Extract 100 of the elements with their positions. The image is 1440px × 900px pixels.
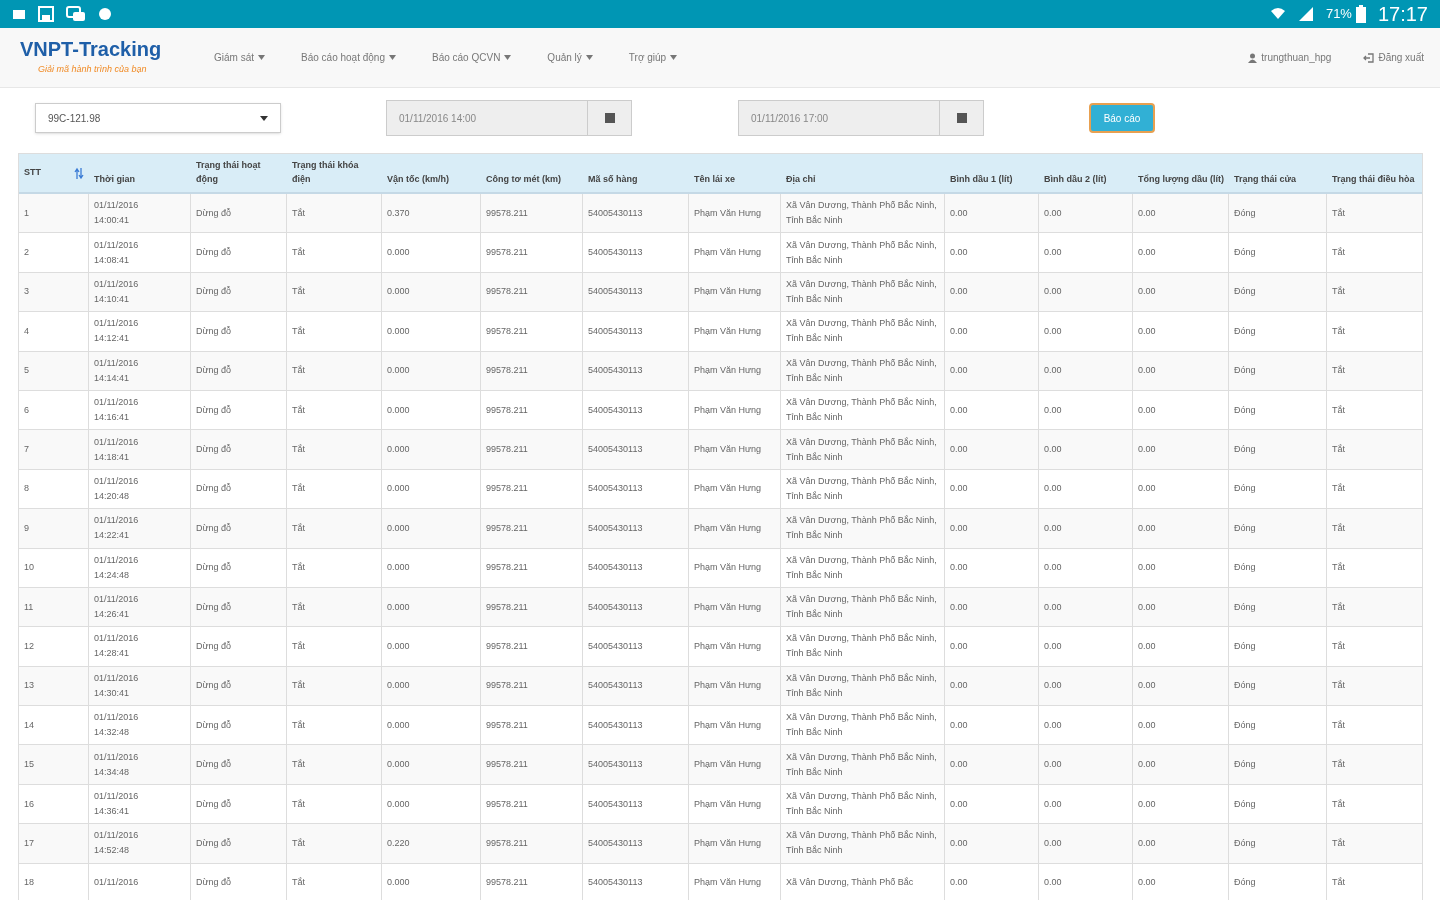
table-cell-text: 0.00 xyxy=(1138,640,1156,653)
table-cell-text: 0.00 xyxy=(1044,797,1062,811)
table-cell-text: 0.00 xyxy=(1044,246,1062,260)
column-header[interactable]: STT xyxy=(24,166,41,180)
table-cell-text: Phạm Văn Hưng xyxy=(694,876,762,890)
table-cell-text: Tắt xyxy=(292,206,305,220)
table-cell-text: 54005430113 xyxy=(588,482,643,496)
logo-text[interactable]: VNPT-Tracking xyxy=(20,38,196,59)
table-cell-text: 01/11/2016 14:22:41 xyxy=(94,514,140,543)
table-cell-text: Tắt xyxy=(1332,206,1345,220)
circle-icon xyxy=(98,7,112,21)
table-cell-text: Tắt xyxy=(1332,797,1345,811)
column-header[interactable]: Công tơ mét (km) xyxy=(486,172,561,186)
table-cell-text: Đóng xyxy=(1234,876,1256,890)
table-cell-text: 0.00 xyxy=(1044,403,1062,417)
table-cell-text: 0.00 xyxy=(1138,600,1156,614)
table-cell-text: 0.000 xyxy=(387,324,410,338)
column-header[interactable]: Trạng thái cửa xyxy=(1234,172,1297,186)
table-cell-text: Dừng đỗ xyxy=(196,364,232,378)
column-header[interactable]: Tổng lượng dầu (lít) xyxy=(1138,172,1224,186)
table-cell-text: Xã Vân Dương, Thành Phố Bắc Ninh, Tỉnh Bắc Ninh xyxy=(786,593,938,622)
table-cell-text: Đóng xyxy=(1234,640,1256,653)
table-cell-text: Tắt xyxy=(1332,718,1345,732)
image-icon xyxy=(12,7,26,21)
table-cell-text: Tắt xyxy=(292,797,305,811)
user-menu[interactable]: trungthuan_hpg xyxy=(1248,50,1332,65)
table-cell-text: Tắt xyxy=(1332,403,1345,417)
table-cell-text: Tắt xyxy=(292,758,305,772)
column-header[interactable]: Mã số hàng xyxy=(588,172,638,186)
table-cell-text: 0.00 xyxy=(1044,836,1062,850)
table-cell-text: 0.00 xyxy=(950,797,968,811)
logo-tagline: Giải mã hành trình của bạn xyxy=(37,62,148,76)
table-cell-text: 0.000 xyxy=(387,364,410,378)
column-header[interactable]: Thời gian xyxy=(94,172,135,186)
nav-menu-item[interactable]: Quản lý xyxy=(529,50,611,65)
clock: 17:17 xyxy=(1377,2,1428,27)
table-cell-text: 99578.211 xyxy=(486,836,528,850)
table-cell-text: Tắt xyxy=(292,600,305,614)
table-cell-text: 0.000 xyxy=(387,758,410,772)
table-cell-text: 54005430113 xyxy=(588,600,643,614)
table-cell-text: 0.00 xyxy=(1138,758,1156,772)
table-cell-text: 54005430113 xyxy=(588,679,643,693)
column-header[interactable]: Bình dầu 2 (lít) xyxy=(1044,172,1107,186)
table-cell-text: Tắt xyxy=(1332,640,1345,653)
table-cell-text: Phạm Văn Hưng xyxy=(694,403,762,417)
table-cell-text: 0.000 xyxy=(387,482,410,496)
vehicle-select[interactable]: 99C-121.98 xyxy=(35,103,281,133)
nav-menu-item[interactable]: Trợ giúp xyxy=(610,50,696,65)
table-cell-text: 0.00 xyxy=(950,758,968,772)
table-cell-text: 16 xyxy=(24,797,34,811)
logout-link[interactable]: Đăng xuất xyxy=(1363,50,1424,65)
table-cell-text: 0.00 xyxy=(1044,640,1062,653)
column-header[interactable]: Trạng thái hoạt động xyxy=(196,158,282,186)
table-cell-text: 4 xyxy=(24,324,29,338)
table-cell-text: 0.00 xyxy=(1138,679,1156,693)
table-cell-text: 54005430113 xyxy=(588,718,643,732)
table-cell-text: Dừng đỗ xyxy=(196,403,232,417)
table-cell-text: Dừng đỗ xyxy=(196,521,232,535)
caret-icon xyxy=(389,55,396,60)
table-cell-text: 0.00 xyxy=(950,561,968,575)
column-header[interactable]: Địa chỉ xyxy=(786,172,816,186)
table-cell-text: Tắt xyxy=(292,324,305,338)
table-cell-text: Đóng xyxy=(1234,797,1256,811)
table-cell-text: 01/11/2016 14:24:48 xyxy=(94,553,140,582)
table-cell-text: 0.00 xyxy=(1044,758,1062,772)
table-cell-text: Phạm Văn Hưng xyxy=(694,324,762,338)
table-cell-text: 99578.211 xyxy=(486,482,528,496)
table-cell-text: 6 xyxy=(24,403,29,417)
table-cell-text: 0.00 xyxy=(950,364,968,378)
table-cell-text: 54005430113 xyxy=(588,403,643,417)
column-header[interactable]: Vận tốc (km/h) xyxy=(387,172,449,186)
table-cell-text: 01/11/2016 14:30:41 xyxy=(94,671,140,700)
table-cell-text: 2 xyxy=(24,246,29,260)
caret-icon xyxy=(585,55,593,60)
table-cell-text: Dừng đỗ xyxy=(196,797,232,811)
table-cell-text: Tắt xyxy=(1332,758,1345,772)
table-cell-text: 54005430113 xyxy=(588,836,643,850)
table-cell-text: 14 xyxy=(24,718,34,732)
nav-menu-item[interactable]: Báo cáo QCVN xyxy=(414,50,530,65)
table-cell-text: 99578.211 xyxy=(486,443,528,457)
column-header[interactable]: Trạng thái khóa điện xyxy=(292,158,377,186)
column-header[interactable]: Bình dầu 1 (lít) xyxy=(950,172,1013,186)
table-cell-text: 8 xyxy=(24,482,29,496)
nav-menu-item[interactable]: Báo cáo hoạt động xyxy=(283,50,414,65)
column-header[interactable]: Trạng thái điều hòa xyxy=(1332,172,1415,186)
table-cell-text: Xã Vân Dương, Thành Phố Bắc Ninh, Tỉnh Bắc Ninh xyxy=(786,632,938,661)
table-cell-text: 54005430113 xyxy=(588,246,643,260)
table-cell-text: Đóng xyxy=(1234,836,1256,850)
table-cell-text: Tắt xyxy=(1332,876,1345,890)
table-cell-text: 1 xyxy=(24,206,29,220)
nav-menu-item[interactable]: Giám sát xyxy=(196,50,283,65)
table-cell-text: Tắt xyxy=(1332,600,1345,614)
table-cell-text: Tắt xyxy=(1332,836,1345,850)
column-header[interactable]: Tên lái xe xyxy=(694,172,736,186)
table-cell-text: Tắt xyxy=(292,521,305,535)
table-cell-text: Xã Vân Dương, Thành Phố Bắc Ninh, Tỉnh Bắc Ninh xyxy=(786,435,938,464)
table-cell-text: 54005430113 xyxy=(588,521,643,535)
caret-icon xyxy=(258,55,265,60)
sort-icon[interactable] xyxy=(74,167,84,179)
table-cell-text: 0.00 xyxy=(1138,561,1156,575)
